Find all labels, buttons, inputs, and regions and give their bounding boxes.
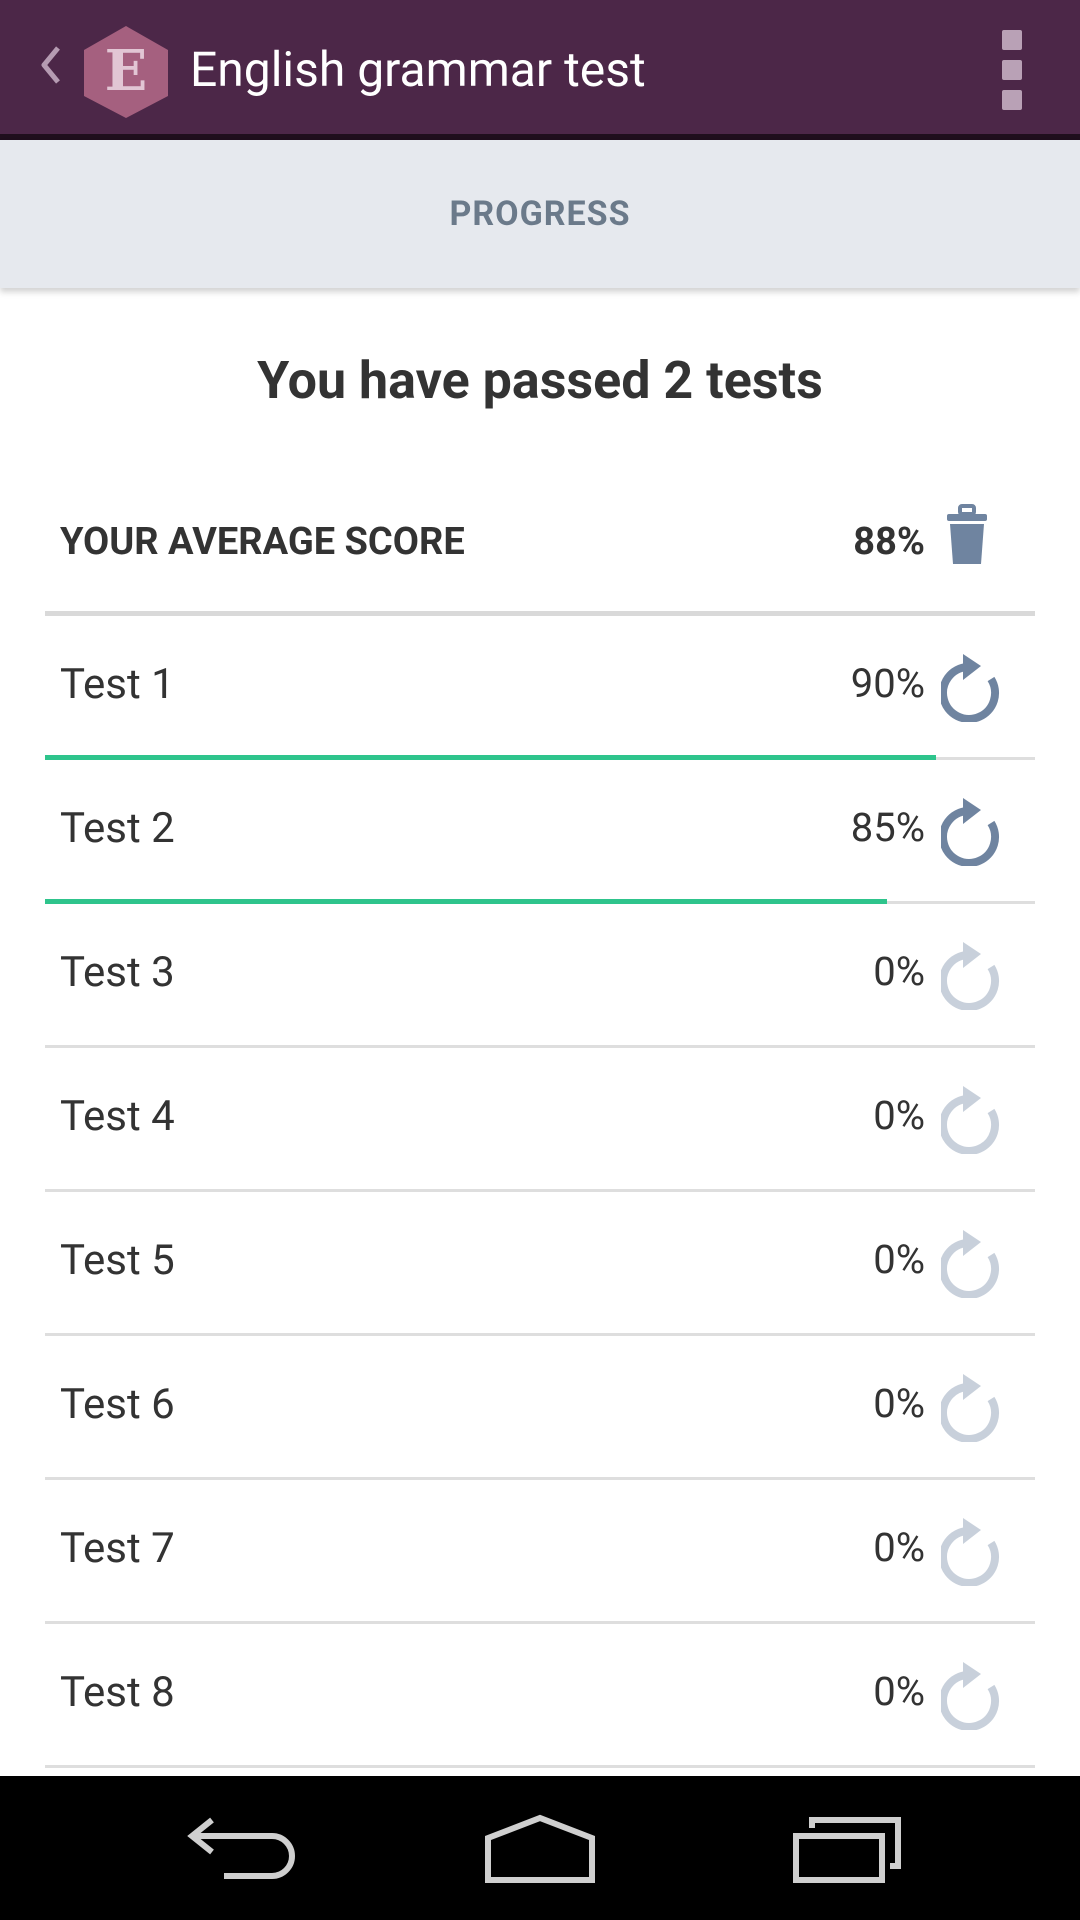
menu-dot bbox=[1002, 90, 1022, 110]
app-bar: E English grammar test bbox=[0, 0, 1080, 140]
test-row[interactable]: Test 1 90% bbox=[45, 616, 1035, 760]
replay-icon[interactable] bbox=[939, 1084, 1005, 1155]
recent-apps-icon[interactable] bbox=[790, 1808, 910, 1888]
test-name: Test 7 bbox=[60, 1524, 175, 1573]
tab-bar: PROGRESS bbox=[0, 140, 1080, 288]
test-score: 85% bbox=[850, 804, 925, 851]
chevron-left-icon[interactable] bbox=[36, 40, 66, 90]
test-row[interactable]: Test 2 85% bbox=[45, 760, 1035, 904]
test-list: Test 1 90% Test 2 85% Test 3 0% Test 4 0% Test 5… bbox=[45, 616, 1035, 1768]
system-navigation-bar bbox=[0, 1776, 1080, 1920]
average-score-row: YOUR AVERAGE SCORE 88% bbox=[45, 490, 1035, 616]
back-arrow-icon[interactable] bbox=[180, 1808, 300, 1888]
test-score: 90% bbox=[850, 660, 925, 707]
test-score: 0% bbox=[873, 948, 925, 995]
test-row[interactable]: Test 5 0% bbox=[45, 1192, 1035, 1336]
average-score-value: 88% bbox=[853, 520, 925, 564]
test-row[interactable]: Test 7 0% bbox=[45, 1480, 1035, 1624]
test-row[interactable]: Test 6 0% bbox=[45, 1336, 1035, 1480]
app-logo-hexagon-icon[interactable]: E bbox=[78, 24, 174, 120]
test-score: 0% bbox=[873, 1380, 925, 1427]
trash-icon[interactable] bbox=[945, 504, 989, 566]
test-score: 0% bbox=[873, 1668, 925, 1715]
average-score-label: YOUR AVERAGE SCORE bbox=[60, 520, 465, 564]
replay-icon[interactable] bbox=[939, 1372, 1005, 1443]
test-score: 0% bbox=[873, 1236, 925, 1283]
replay-icon[interactable] bbox=[939, 1228, 1005, 1299]
test-score: 0% bbox=[873, 1092, 925, 1139]
replay-icon[interactable] bbox=[939, 796, 1005, 867]
test-name: Test 8 bbox=[60, 1668, 175, 1717]
overflow-menu-icon[interactable] bbox=[994, 30, 1030, 110]
logo-letter: E bbox=[105, 38, 148, 104]
test-row[interactable]: Test 3 0% bbox=[45, 904, 1035, 1048]
menu-dot bbox=[1002, 30, 1022, 50]
test-name: Test 6 bbox=[60, 1380, 175, 1429]
replay-icon[interactable] bbox=[939, 1516, 1005, 1587]
test-row[interactable]: Test 8 0% bbox=[45, 1624, 1035, 1768]
test-row[interactable]: Test 4 0% bbox=[45, 1048, 1035, 1192]
replay-icon[interactable] bbox=[939, 1660, 1005, 1731]
app-title: English grammar test bbox=[190, 41, 646, 98]
replay-icon[interactable] bbox=[939, 652, 1005, 723]
menu-dot bbox=[1002, 60, 1022, 80]
test-name: Test 2 bbox=[60, 804, 175, 853]
test-name: Test 4 bbox=[60, 1092, 175, 1141]
test-name: Test 1 bbox=[60, 660, 175, 709]
tab-progress[interactable]: PROGRESS bbox=[449, 194, 630, 234]
passed-tests-headline: You have passed 2 tests bbox=[257, 350, 823, 411]
replay-icon[interactable] bbox=[939, 940, 1005, 1011]
test-score: 0% bbox=[873, 1524, 925, 1571]
test-name: Test 5 bbox=[60, 1236, 175, 1285]
test-name: Test 3 bbox=[60, 948, 175, 997]
home-icon[interactable] bbox=[480, 1808, 600, 1888]
